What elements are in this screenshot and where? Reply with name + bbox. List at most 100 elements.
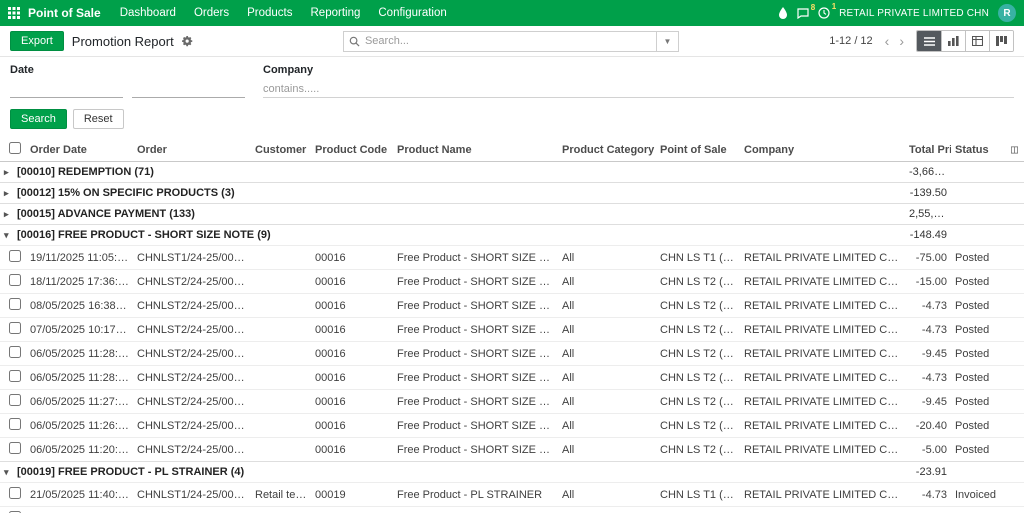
cell-date: 18/11/2025 17:36:48 bbox=[26, 269, 133, 294]
row-checkbox[interactable] bbox=[9, 418, 21, 430]
company-filter-label: Company bbox=[263, 64, 314, 76]
cell-category: All bbox=[558, 245, 656, 270]
table-row[interactable]: 07/05/2025 10:17:36 CHNLST2/24-25/000081 0… bbox=[0, 317, 1024, 342]
cell-name: Free Product - PL STRAINER bbox=[393, 506, 558, 513]
header-status[interactable]: Status bbox=[951, 138, 1007, 162]
cell-code: 00016 bbox=[311, 317, 393, 342]
header-product-code[interactable]: Product Code bbox=[311, 138, 393, 162]
debug-droplet-icon[interactable] bbox=[778, 7, 788, 19]
messages-icon[interactable]: 8 bbox=[797, 3, 815, 19]
group-total: 2,55,615.73 bbox=[905, 203, 951, 225]
cell-order: CHNLST2/24-25/000073 bbox=[133, 413, 251, 438]
menu-products[interactable]: Products bbox=[238, 3, 301, 23]
group-row[interactable]: ▸ [00010] REDEMPTION (71) -3,662.70 bbox=[0, 162, 1024, 183]
row-checkbox[interactable] bbox=[9, 298, 21, 310]
header-company[interactable]: Company bbox=[740, 138, 905, 162]
search-input[interactable] bbox=[364, 35, 656, 47]
promotion-report-table: Order Date Order Customer Product Code P… bbox=[0, 138, 1024, 513]
pager-previous-button[interactable]: ‹ bbox=[881, 34, 894, 48]
table-row[interactable]: 06/05/2025 11:26:02 CHNLST2/24-25/000073 0… bbox=[0, 413, 1024, 438]
cell-date: 06/05/2025 11:28:18 bbox=[26, 365, 133, 390]
group-row[interactable]: ▸ [00012] 15% ON SPECIFIC PRODUCTS (3) -13… bbox=[0, 182, 1024, 204]
caret-right-icon: ▸ bbox=[4, 167, 9, 177]
row-checkbox[interactable] bbox=[9, 370, 21, 382]
export-button[interactable]: Export bbox=[10, 31, 64, 51]
cell-total: -9.45 bbox=[905, 506, 951, 513]
table-row[interactable]: 06/05/2025 11:28:43 CHNLST2/24-25/000076 0… bbox=[0, 341, 1024, 366]
pivot-view-button[interactable] bbox=[965, 31, 990, 51]
table-row[interactable]: 06/05/2025 11:28:18 CHNLST2/24-25/000075 0… bbox=[0, 365, 1024, 390]
filter-search-button[interactable]: Search bbox=[10, 109, 67, 129]
header-product-category[interactable]: Product Category bbox=[558, 138, 656, 162]
header-order[interactable]: Order bbox=[133, 138, 251, 162]
group-row[interactable]: ▾ [00016] FREE PRODUCT - SHORT SIZE NOTE … bbox=[0, 224, 1024, 246]
cell-pos: CHN LS T2 (RAM) bbox=[656, 269, 740, 294]
table-row[interactable]: 19/11/2025 11:05:48 CHNLST1/24-25/000261 0… bbox=[0, 245, 1024, 270]
cell-order: CHNLST2/24-25/000074 bbox=[133, 389, 251, 414]
cell-order: CHNLST1/24-25/000261 bbox=[133, 245, 251, 270]
menu-configuration[interactable]: Configuration bbox=[369, 3, 455, 23]
filter-reset-button[interactable]: Reset bbox=[72, 109, 124, 129]
graph-view-button[interactable] bbox=[941, 31, 966, 51]
row-checkbox[interactable] bbox=[9, 274, 21, 286]
cell-code: 00019 bbox=[311, 482, 393, 507]
row-checkbox[interactable] bbox=[9, 394, 21, 406]
cell-pos: CHN LS T2 (RAM) bbox=[656, 341, 740, 366]
user-avatar[interactable]: R bbox=[998, 4, 1016, 22]
table-row[interactable]: 19/05/2025 15:41:08CHNLST2/24-25/000192 0… bbox=[0, 506, 1024, 513]
date-to-input[interactable] bbox=[132, 81, 245, 98]
company-filter-input[interactable] bbox=[263, 81, 1014, 98]
kanban-view-button[interactable] bbox=[989, 31, 1014, 51]
activities-badge: 1 bbox=[831, 2, 837, 11]
table-row[interactable]: 06/05/2025 11:27:32 CHNLST2/24-25/000074 0… bbox=[0, 389, 1024, 414]
date-from-input[interactable] bbox=[10, 81, 123, 98]
group-row[interactable]: ▾ [00019] FREE PRODUCT - PL STRAINER (4) -… bbox=[0, 461, 1024, 483]
header-point-of-sale[interactable]: Point of Sale bbox=[656, 138, 740, 162]
group-row[interactable]: ▸ [00015] ADVANCE PAYMENT (133) 2,55,615.7… bbox=[0, 203, 1024, 225]
cell-company: RETAIL PRIVATE LIMITED CHN bbox=[740, 317, 905, 342]
date-filter-label: Date bbox=[10, 64, 34, 76]
row-checkbox[interactable] bbox=[9, 346, 21, 358]
cell-customer bbox=[251, 269, 311, 294]
row-checkbox[interactable] bbox=[9, 322, 21, 334]
row-checkbox[interactable] bbox=[9, 442, 21, 454]
table-row[interactable]: 18/11/2025 17:36:48 CHNLST2/24-25/000351 0… bbox=[0, 269, 1024, 294]
table-row[interactable]: 21/05/2025 11:40:15 CHNLST1/24-25/000084 R… bbox=[0, 482, 1024, 507]
header-customer[interactable]: Customer bbox=[251, 138, 311, 162]
cell-status: Posted bbox=[951, 437, 1007, 462]
menu-reporting[interactable]: Reporting bbox=[302, 3, 370, 23]
company-switcher[interactable]: RETAIL PRIVATE LIMITED CHN bbox=[839, 8, 989, 19]
search-filters-caret-icon[interactable]: ▼ bbox=[655, 31, 678, 51]
header-total-price[interactable]: Total Price bbox=[905, 138, 951, 162]
cell-company: RETAIL PRIVATE LIMITED CHN bbox=[740, 482, 905, 507]
group-total: -3,662.70 bbox=[909, 166, 951, 178]
cell-order: CHNLST1/24-25/000084 bbox=[133, 482, 251, 507]
table-row[interactable]: 08/05/2025 16:38:34 CHNLST2/24-25/000114 0… bbox=[0, 293, 1024, 318]
cell-pos: CHN LS T1 (RAM) bbox=[656, 245, 740, 270]
group-label: [00019] FREE PRODUCT - PL STRAINER (4) bbox=[17, 466, 245, 478]
apps-grid-icon[interactable] bbox=[8, 7, 20, 19]
header-product-name[interactable]: Product Name bbox=[393, 138, 558, 162]
cell-customer bbox=[251, 506, 311, 513]
table-header-row: Order Date Order Customer Product Code P… bbox=[0, 138, 1024, 162]
header-order-date[interactable]: Order Date bbox=[26, 138, 133, 162]
app-name[interactable]: Point of Sale bbox=[28, 6, 101, 20]
optional-columns-icon[interactable] bbox=[1011, 145, 1020, 155]
row-checkbox[interactable] bbox=[9, 487, 21, 499]
cell-order: CHNLST2/24-25/000072 bbox=[133, 437, 251, 462]
menu-dashboard[interactable]: Dashboard bbox=[111, 3, 185, 23]
table-row[interactable]: 06/05/2025 11:20:48 CHNLST2/24-25/000072 0… bbox=[0, 437, 1024, 462]
pager-next-button[interactable]: › bbox=[895, 34, 908, 48]
cell-total: -4.73 bbox=[905, 317, 951, 342]
menu-orders[interactable]: Orders bbox=[185, 3, 238, 23]
list-view-button[interactable] bbox=[917, 31, 942, 51]
pager-range: 1-12 / 12 bbox=[829, 35, 873, 47]
activities-clock-icon[interactable]: 1 bbox=[818, 2, 836, 19]
cell-company: RETAIL PRIVATE LIMITED CHN bbox=[740, 293, 905, 318]
action-gear-icon[interactable] bbox=[181, 35, 193, 47]
cell-name: Free Product - SHORT SIZE NOTE bbox=[393, 317, 558, 342]
select-all-checkbox[interactable] bbox=[9, 142, 21, 154]
cell-category: All bbox=[558, 365, 656, 390]
cell-name: Free Product - PL STRAINER bbox=[393, 482, 558, 507]
row-checkbox[interactable] bbox=[9, 250, 21, 262]
